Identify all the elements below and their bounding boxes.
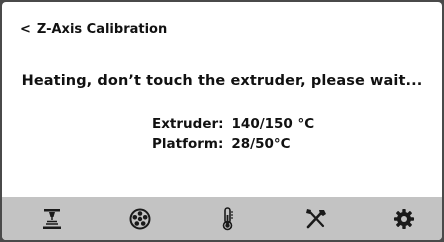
print-button[interactable] bbox=[24, 200, 80, 238]
printer-screen: < Z-Axis Calibration Heating, don’t touc… bbox=[2, 2, 442, 240]
filament-button[interactable] bbox=[112, 200, 168, 238]
print-icon bbox=[43, 208, 61, 229]
tools-button[interactable] bbox=[288, 200, 344, 238]
settings-button[interactable] bbox=[376, 200, 432, 238]
extruder-temp-row: Extruder: 140/150 °C bbox=[152, 114, 314, 134]
platform-value: 28/50°C bbox=[231, 136, 291, 152]
extruder-value: 140/150 °C bbox=[231, 116, 315, 132]
platform-label: Platform: bbox=[152, 136, 224, 152]
extruder-label: Extruder: bbox=[152, 116, 224, 132]
heating-status-message: Heating, don’t touch the extruder, pleas… bbox=[21, 73, 423, 89]
tools-icon bbox=[306, 208, 326, 228]
platform-temp-row: Platform: 28/50°C bbox=[152, 134, 314, 154]
back-button[interactable]: < Z-Axis Calibration bbox=[20, 22, 167, 37]
page-title: Z-Axis Calibration bbox=[36, 22, 168, 37]
filament-icon bbox=[129, 208, 151, 229]
temperature-readout: Extruder: 140/150 °C Platform: 28/50°C bbox=[152, 114, 314, 154]
bottom-toolbar bbox=[2, 197, 442, 240]
back-chevron-icon: < bbox=[20, 22, 31, 37]
settings-icon bbox=[394, 208, 414, 229]
temperature-icon bbox=[222, 206, 233, 230]
temperature-button[interactable] bbox=[200, 200, 256, 238]
